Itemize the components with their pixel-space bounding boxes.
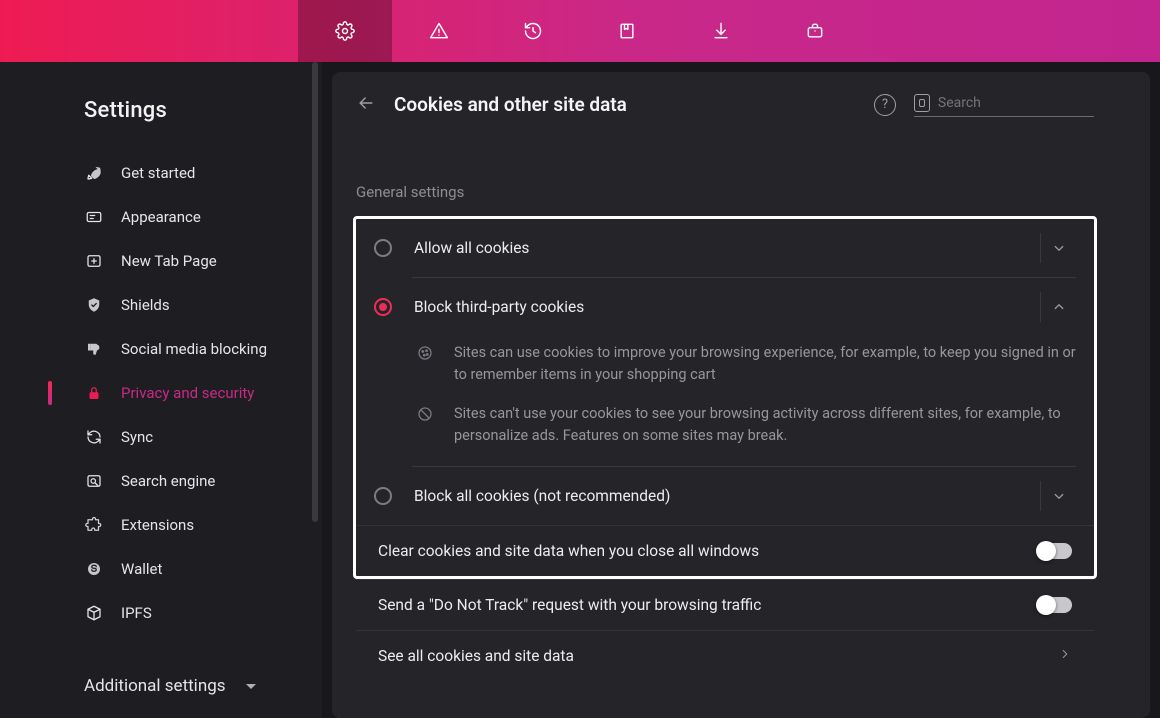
block-third-party-details: Sites can use cookies to improve your br… [356, 336, 1094, 466]
sidebar-item-new-tab-page[interactable]: New Tab Page [0, 239, 322, 283]
expand-block-all[interactable] [1040, 481, 1076, 511]
sidebar-item-label: Wallet [121, 560, 162, 578]
clear-on-exit-label: Clear cookies and site data when you clo… [378, 542, 1038, 560]
chevron-down-icon [1050, 239, 1068, 257]
sidebar-item-ipfs[interactable]: IPFS [0, 591, 322, 635]
detail-text: Sites can't use your cookies to see your… [454, 403, 1076, 448]
content-outer: Cookies and other site data ? General se… [322, 62, 1160, 718]
sidebar-item-label: IPFS [121, 604, 152, 622]
see-all-label: See all cookies and site data [378, 647, 1058, 665]
chevron-down-icon [1050, 487, 1068, 505]
puzzle-icon [84, 516, 104, 534]
row-clear-on-exit: Clear cookies and site data when you clo… [356, 525, 1094, 576]
toolbar-warning-tab[interactable] [392, 0, 486, 62]
sidebar-item-shields[interactable]: Shields [0, 283, 322, 327]
shield-icon [84, 296, 104, 314]
lock-icon [84, 384, 104, 402]
new-tab-icon [84, 252, 104, 270]
sidebar-item-label: Search engine [121, 472, 215, 490]
option-label: Block third-party cookies [414, 298, 1032, 316]
settings-sidebar: Settings Get started Appearance New Tab … [0, 62, 322, 718]
page-header: Cookies and other site data ? [356, 92, 1094, 117]
detail-tracking-blocked: Sites can't use your cookies to see your… [356, 403, 1094, 448]
sidebar-item-extensions[interactable]: Extensions [0, 503, 322, 547]
expand-allow-all[interactable] [1040, 233, 1076, 263]
content-card: Cookies and other site data ? General se… [332, 72, 1150, 718]
sidebar-item-social-media-blocking[interactable]: Social media blocking [0, 327, 322, 371]
sidebar-item-label: Privacy and security [121, 384, 254, 402]
sidebar-item-label: Sync [121, 428, 153, 446]
appearance-icon [84, 208, 104, 226]
page-title: Cookies and other site data [394, 93, 627, 116]
main-layout: Settings Get started Appearance New Tab … [0, 62, 1160, 718]
block-icon [414, 403, 436, 448]
collapse-block-third-party[interactable] [1040, 292, 1076, 322]
radio-allow-all[interactable] [374, 239, 392, 257]
sidebar-item-appearance[interactable]: Appearance [0, 195, 322, 239]
option-allow-all-cookies[interactable]: Allow all cookies [356, 219, 1094, 277]
additional-settings-label: Additional settings [84, 676, 226, 696]
sidebar-item-label: Shields [121, 296, 170, 314]
topbar-spacer [0, 0, 298, 62]
sidebar-item-privacy-security[interactable]: Privacy and security [0, 371, 322, 415]
rowow-see-all-cookies[interactable]: See all cookies and site data [356, 630, 1094, 681]
gear-icon [335, 21, 355, 41]
sidebar-item-search-engine[interactable]: Search engine [0, 459, 322, 503]
sidebar-item-label: Get started [121, 164, 195, 182]
sidebar-item-label: Social media blocking [121, 340, 267, 358]
section-label-general-settings: General settings [356, 183, 1094, 201]
help-button[interactable]: ? [874, 94, 896, 116]
chevron-up-icon [1050, 298, 1068, 316]
option-label: Block all cookies (not recommended) [414, 487, 1032, 505]
bookmark-icon [617, 21, 637, 41]
sidebar-item-label: Appearance [121, 208, 201, 226]
detail-text: Sites can use cookies to improve your br… [454, 342, 1076, 387]
detail-cookies-allowed: Sites can use cookies to improve your br… [356, 342, 1094, 387]
settings-search[interactable] [914, 92, 1094, 117]
do-not-track-label: Send a "Do Not Track" request with your … [378, 596, 1038, 614]
toolbar-bookmarks-tab[interactable] [580, 0, 674, 62]
sidebar-title: Settings [0, 98, 322, 151]
sidebar-item-wallet[interactable]: Wallet [0, 547, 322, 591]
chevron-down-icon [246, 684, 256, 689]
highlighted-area: Allow all cookies Block third-party cook… [353, 216, 1097, 579]
toolbar-wallet-tab[interactable] [768, 0, 862, 62]
additional-settings-expander[interactable]: Additional settings [84, 676, 256, 696]
sidebar-item-sync[interactable]: Sync [0, 415, 322, 459]
arrow-left-icon [356, 93, 376, 113]
cookie-icon [414, 342, 436, 387]
toolbar-history-tab[interactable] [486, 0, 580, 62]
chevron-right-icon [1058, 647, 1072, 665]
cube-icon [84, 604, 104, 622]
toggle-clear-on-exit[interactable] [1038, 543, 1072, 559]
sync-icon [84, 428, 104, 446]
toolbar-settings-tab[interactable] [298, 0, 392, 62]
wallet-icon [84, 560, 104, 578]
sidebar-item-label: Extensions [121, 516, 194, 534]
search-input[interactable] [938, 95, 1094, 111]
sidebar-item-label: New Tab Page [121, 252, 217, 270]
option-label: Allow all cookies [414, 239, 1032, 257]
cookie-options-panel: Allow all cookies Block third-party cook… [356, 219, 1094, 576]
question-mark-icon: ? [882, 97, 888, 112]
back-button[interactable] [356, 93, 376, 117]
row-do-not-track: Send a "Do Not Track" request with your … [356, 579, 1094, 630]
radio-block-all[interactable] [374, 487, 392, 505]
option-block-third-party-cookies[interactable]: Block third-party cookies [356, 278, 1094, 336]
search-icon [914, 94, 930, 112]
history-icon [523, 21, 543, 41]
option-block-all-cookies[interactable]: Block all cookies (not recommended) [356, 467, 1094, 525]
sidebar-item-get-started[interactable]: Get started [0, 151, 322, 195]
search-frame-icon [84, 472, 104, 490]
warning-triangle-icon [429, 21, 449, 41]
download-icon [711, 21, 731, 41]
toggle-do-not-track[interactable] [1038, 597, 1072, 613]
briefcase-icon [805, 21, 825, 41]
rocket-icon [84, 164, 104, 182]
thumbs-down-icon [84, 340, 104, 358]
top-toolbar [0, 0, 1160, 62]
radio-block-third-party[interactable] [374, 298, 392, 316]
toolbar-downloads-tab[interactable] [674, 0, 768, 62]
